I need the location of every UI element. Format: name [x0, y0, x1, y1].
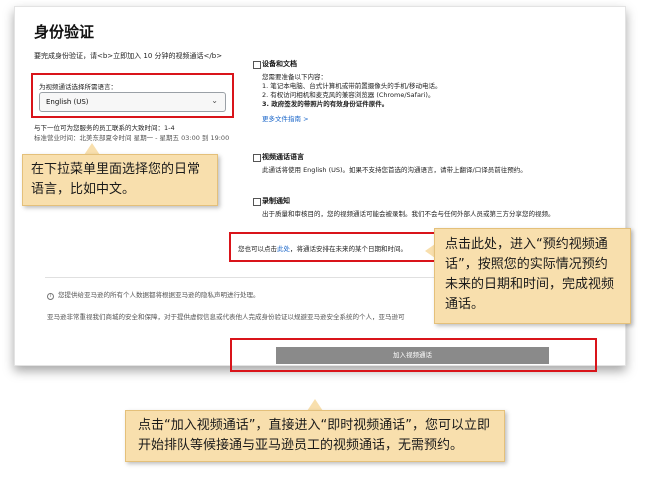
- response-time-line1: 与下一位可为您服务的员工联系的大致时间：1-4: [34, 124, 175, 132]
- language-select[interactable]: English (US) ⌄: [39, 92, 226, 112]
- call-language-body: 此通话将使用 English (US)。如果不支持您首选的沟通语言，请带上翻译/…: [262, 166, 527, 174]
- schedule-prefix: 您也可以点击: [238, 245, 277, 253]
- response-time: 与下一位可为您服务的员工联系的大致时间：1-4 标准营业时间：北美东部夏令时间 …: [34, 123, 229, 143]
- privacy-line1: 您提供给亚马逊的所有个人数据都将根据亚马逊的隐私声明进行处理。: [58, 291, 260, 299]
- schedule-link[interactable]: 此处: [277, 245, 290, 253]
- recording-body: 出于质量和审核目的，您的视频通话可能会被录制。我们不会与任何外部人员或第三方分享…: [262, 210, 555, 218]
- page-title: 身份验证: [34, 23, 95, 41]
- callout-join: 点击“加入视频通话”，直接进入“即时视频通话”，您可以立即开始排队等候接通与亚马…: [125, 410, 505, 462]
- chevron-down-icon: ⌄: [211, 96, 218, 105]
- devices-item: 2. 有权访问相机和麦克风的兼容浏览器 (Chrome/Safari)。: [262, 91, 435, 99]
- join-video-call-button[interactable]: 加入视频通话: [276, 347, 549, 364]
- call-language-section: 视频通话语言 此通话将使用 English (US)。如果不支持您首选的沟通语言…: [253, 153, 592, 175]
- schedule-text: 您也可以点击此处，将通话安排在未来的某个日期和时间。: [238, 243, 407, 253]
- schedule-highlight-box: 您也可以点击此处，将通话安排在未来的某个日期和时间。: [229, 232, 436, 262]
- devices-heading: 设备和文档: [262, 60, 297, 68]
- callout-language: 在下拉菜单里面选择您的日常语言，比如中文。: [22, 154, 218, 206]
- language-highlight-box: 为视频通话选择所需语言： English (US) ⌄: [31, 73, 234, 118]
- info-icon: i: [47, 293, 54, 300]
- privacy-notice: i 您提供给亚马逊的所有个人数据都将根据亚马逊的隐私声明进行处理。 亚马逊非常重视…: [47, 284, 447, 328]
- schedule-suffix: ，将通话安排在未来的某个日期和时间。: [290, 245, 407, 253]
- privacy-line2: 亚马逊非常重视我们商城的安全和保障，对于提供虚假信息或代表他人完成身份验证以规避…: [47, 313, 405, 321]
- devices-subheading: 您需要准备以下内容：: [262, 73, 327, 81]
- business-hours: 标准营业时间：北美东部夏令时间 星期一 - 星期五 03:00 到 19:00: [34, 134, 230, 142]
- devices-item: 3. 政府签发的带照片的有效身份证件原件。: [262, 100, 389, 108]
- language-label: 为视频通话选择所需语言：: [39, 83, 117, 91]
- call-language-heading: 视频通话语言: [262, 153, 304, 161]
- join-highlight-box: 加入视频通话: [230, 338, 597, 372]
- devices-checkbox[interactable]: [253, 61, 261, 69]
- recording-heading: 录制通知: [262, 197, 290, 205]
- devices-section: 设备和文档 您需要准备以下内容： 1. 笔记本电脑、台式计算机或带前置摄像头的手…: [253, 60, 592, 124]
- recording-section: 录制通知 出于质量和审核目的，您的视频通话可能会被录制。我们不会与任何外部人员或…: [253, 197, 597, 219]
- devices-item: 1. 笔记本电脑、台式计算机或带前置摄像头的手机/移动电话。: [262, 82, 442, 90]
- more-documents-link[interactable]: 更多文件指南 >: [262, 115, 592, 124]
- language-selected-value: English (US): [46, 98, 89, 106]
- intro-text: 要完成身份验证，请<b>立即加入 10 分钟的视频通话</b>: [34, 52, 223, 60]
- call-language-checkbox[interactable]: [253, 154, 261, 162]
- recording-checkbox[interactable]: [253, 198, 261, 206]
- callout-schedule: 点击此处，进入“预约视频通话”，按照您的实际情况预约未来的日期和时间，完成视频通…: [434, 228, 631, 324]
